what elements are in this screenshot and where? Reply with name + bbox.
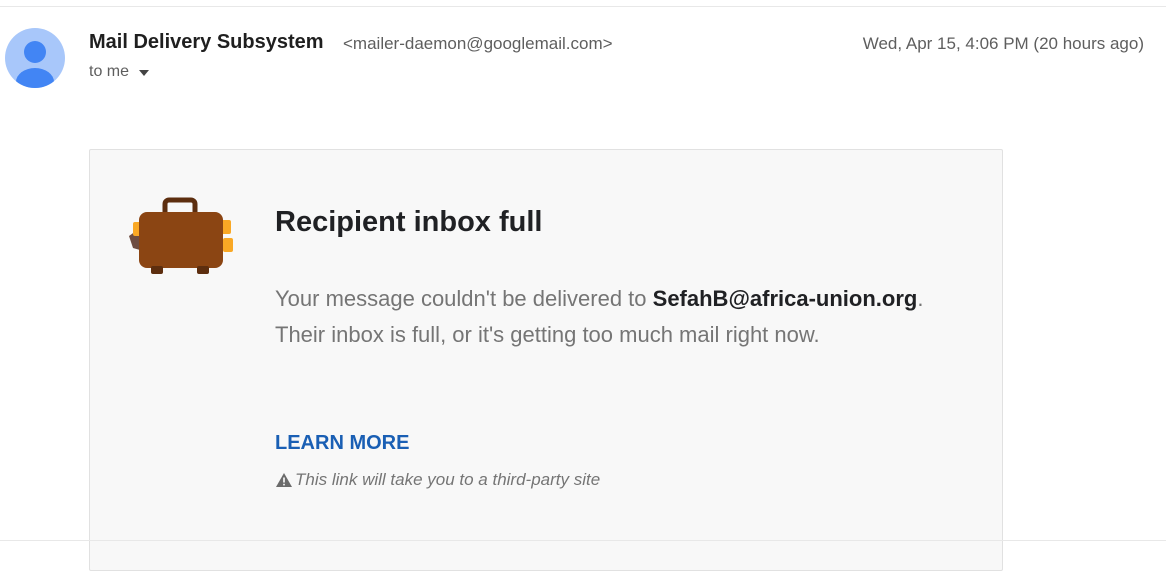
briefcase-icon [127,196,233,280]
caret-down-icon[interactable] [139,70,150,76]
sender-name[interactable]: Mail Delivery Subsystem [89,31,324,54]
to-me-label: to me [89,63,130,80]
third-party-warning-text: This link will take you to a third-party… [295,470,601,489]
third-party-warning: This link will take you to a third-party… [275,470,600,490]
bottom-divider [0,540,1166,541]
sender-email: <mailer-daemon@googlemail.com> [343,34,613,53]
learn-more-link[interactable]: LEARN MORE [275,432,409,455]
message-header: Mail Delivery Subsystem <mailer-daemon@g… [0,0,1166,100]
message-prefix: Your message couldn't be delivered to [275,286,653,311]
notice-message: Your message couldn't be delivered to Se… [275,281,965,353]
recipients-toggle[interactable]: to me [89,63,150,81]
recipient-address: SefahB@africa-union.org [652,286,918,311]
message-date[interactable]: Wed, Apr 15, 4:06 PM (20 hours ago) [863,34,1144,54]
sender-avatar-icon[interactable] [5,28,65,88]
warning-triangle-icon [275,472,293,488]
notice-title: Recipient inbox full [275,206,543,238]
